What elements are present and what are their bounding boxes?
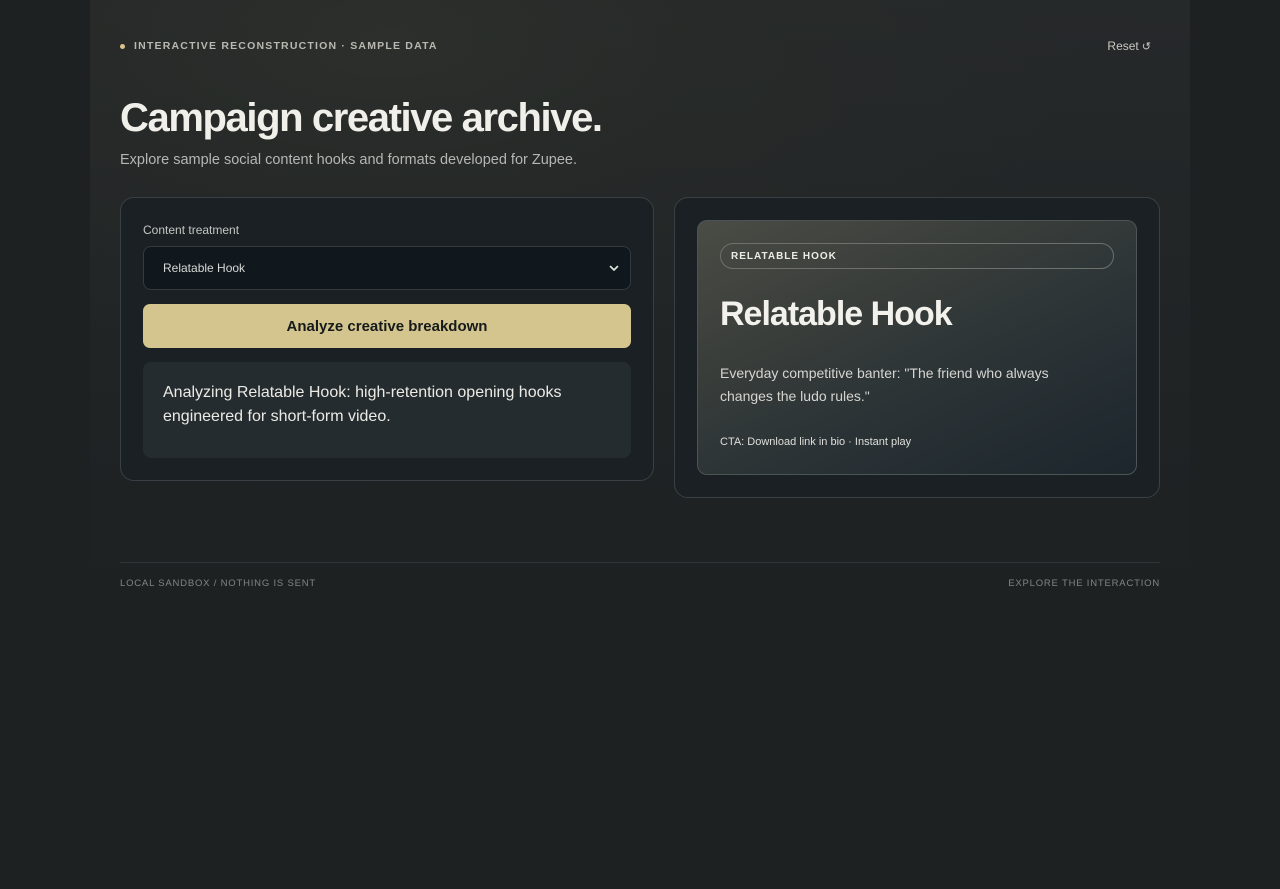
footer-link: EXPLORE THE INTERACTION [1008,578,1160,589]
card-description: Everyday competitive banter: "The friend… [720,365,1049,404]
page-subtitle: Explore sample social content hooks and … [120,152,578,168]
preview-panel: RELATABLE HOOK Relatable Hook Everyday c… [674,197,1160,498]
footer-note: LOCAL SANDBOX / NOTHING IS SENT [120,578,317,589]
selected-treatment: Relatable Hook [163,261,246,275]
footer-divider [120,562,1160,563]
card-cta: CTA: Download link in bio · Instant play [720,436,912,448]
page-content: INTERACTIVE RECONSTRUCTION · SAMPLE DATA… [120,0,1160,600]
page-backdrop: INTERACTIVE RECONSTRUCTION · SAMPLE DATA… [90,0,1190,600]
analysis-result: Analyzing Relatable Hook: high-retention… [143,362,631,458]
reset-label: Reset [1107,39,1139,53]
top-bar: INTERACTIVE RECONSTRUCTION · SAMPLE DATA… [120,39,1160,56]
content-treatment-label: Content treatment [143,223,240,237]
reset-button[interactable]: Reset ↺ [1107,39,1151,53]
eyebrow-label: INTERACTIVE RECONSTRUCTION · SAMPLE DATA [134,40,438,52]
status-dot-icon [120,43,125,49]
treatment-tag: RELATABLE HOOK [720,243,1114,269]
analyze-button[interactable]: Analyze creative breakdown [143,304,631,348]
analysis-result-text: Analyzing Relatable Hook: high-retention… [163,384,562,425]
reset-icon: ↺ [1141,40,1151,53]
creative-card: RELATABLE HOOK Relatable Hook Everyday c… [697,220,1137,475]
controls-panel: Content treatment Relatable Hook Analyze… [120,197,654,481]
eyebrow: INTERACTIVE RECONSTRUCTION · SAMPLE DATA [120,40,438,52]
chevron-down-icon [609,265,619,271]
card-title: Relatable Hook [720,295,953,333]
content-treatment-select[interactable]: Relatable Hook [143,246,631,290]
page-title: Campaign creative archive. [120,96,603,140]
